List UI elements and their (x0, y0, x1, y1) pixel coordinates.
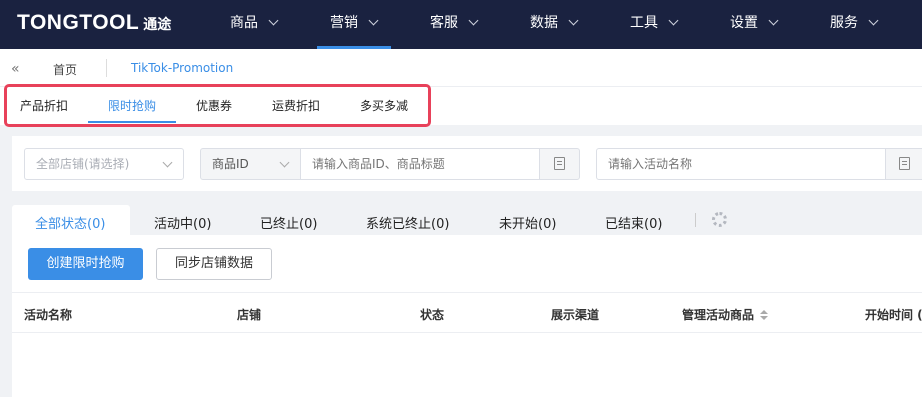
sync-store-data-button[interactable]: 同步店铺数据 (156, 248, 272, 280)
filter-bar: 全部店铺(请选择) 商品ID (12, 136, 922, 191)
chevron-down-icon (268, 15, 279, 26)
nav-item-label: 营销 (330, 15, 358, 31)
nav-item-label: 工具 (630, 15, 658, 31)
column-start-time: 开始时间 ( (865, 308, 922, 322)
breadcrumb-divider (106, 59, 107, 77)
column-manage-products-label: 管理活动商品 (682, 308, 755, 322)
status-tab-not-started[interactable]: 未开始(0) (499, 213, 556, 232)
column-display-channel: 展示渠道 (551, 308, 600, 322)
status-tab-terminated[interactable]: 已终止(0) (260, 213, 317, 232)
nav-item-marketing[interactable]: 营销 (317, 0, 391, 49)
breadcrumb-current[interactable]: TikTok-Promotion (131, 61, 233, 75)
sort-icon[interactable] (760, 310, 769, 320)
document-list-icon (554, 157, 565, 170)
nav-item-customer-service[interactable]: 客服 (430, 0, 479, 49)
create-flash-sale-button[interactable]: 创建限时抢购 (28, 248, 143, 280)
status-tab-active[interactable]: 活动中(0) (154, 213, 211, 232)
top-navbar: TONGTOOL 通途 商品 营销 客服 数据 工具 设置 服务 (0, 0, 922, 49)
nav-item-settings[interactable]: 设置 (730, 0, 779, 49)
chevron-down-icon (468, 15, 479, 26)
status-tab-ended[interactable]: 已结束(0) (605, 213, 662, 232)
column-status: 状态 (420, 308, 445, 322)
id-type-select[interactable]: 商品ID (200, 148, 301, 180)
status-tabs: 全部状态(0) 活动中(0) 已终止(0) 系统已终止(0) 未开始(0) 已结… (12, 205, 922, 235)
id-type-value: 商品ID (212, 157, 249, 171)
status-tab-divider (695, 213, 696, 227)
store-select-placeholder: 全部店铺(请选择) (36, 157, 130, 171)
chevron-down-icon (568, 15, 579, 26)
logo-text: TONGTOOL (17, 11, 140, 34)
chevron-down-icon (868, 15, 879, 26)
nav-item-label: 数据 (530, 15, 558, 31)
document-list-icon (898, 157, 910, 170)
logo-cn-text: 通途 (143, 16, 172, 32)
nav-item-services[interactable]: 服务 (830, 0, 879, 49)
main-content: 创建限时抢购 同步店铺数据 活动名称 店铺 状态 展示渠道 管理活动商品 开始时… (12, 235, 922, 397)
chevron-down-icon (768, 15, 779, 26)
nav-item-tools[interactable]: 工具 (630, 0, 679, 49)
brand-logo[interactable]: TONGTOOL 通途 (17, 11, 171, 35)
chevron-down-icon (279, 157, 290, 168)
chevron-down-icon (162, 157, 173, 168)
status-tab-all[interactable]: 全部状态(0) (35, 213, 105, 232)
nav-item-label: 设置 (730, 15, 758, 31)
column-activity-name: 活动名称 (24, 308, 73, 322)
nav-item-label: 商品 (230, 15, 258, 31)
nav-item-label: 服务 (830, 15, 858, 31)
breadcrumb-home[interactable]: 首页 (53, 61, 77, 78)
batch-input-button[interactable] (539, 148, 580, 180)
status-tab-system-terminated[interactable]: 系统已终止(0) (366, 213, 449, 232)
column-manage-products[interactable]: 管理活动商品 (682, 306, 769, 323)
activity-name-input[interactable] (596, 148, 886, 180)
breadcrumb: « 首页 TikTok-Promotion (0, 49, 922, 87)
nav-item-data[interactable]: 数据 (530, 0, 579, 49)
nav-item-products[interactable]: 商品 (230, 0, 279, 49)
table-header: 活动名称 店铺 状态 展示渠道 管理活动商品 开始时间 ( (12, 292, 922, 333)
annotation-highlight-box (4, 84, 431, 127)
product-search-input[interactable] (300, 148, 540, 180)
collapse-sidebar-icon[interactable]: « (11, 61, 20, 77)
activity-batch-input-button[interactable] (885, 148, 922, 180)
chevron-down-icon (668, 15, 679, 26)
nav-item-label: 客服 (430, 15, 458, 31)
column-store: 店铺 (237, 308, 262, 322)
gear-icon[interactable] (712, 212, 727, 227)
chevron-down-icon (368, 15, 379, 26)
store-select[interactable]: 全部店铺(请选择) (24, 148, 184, 180)
